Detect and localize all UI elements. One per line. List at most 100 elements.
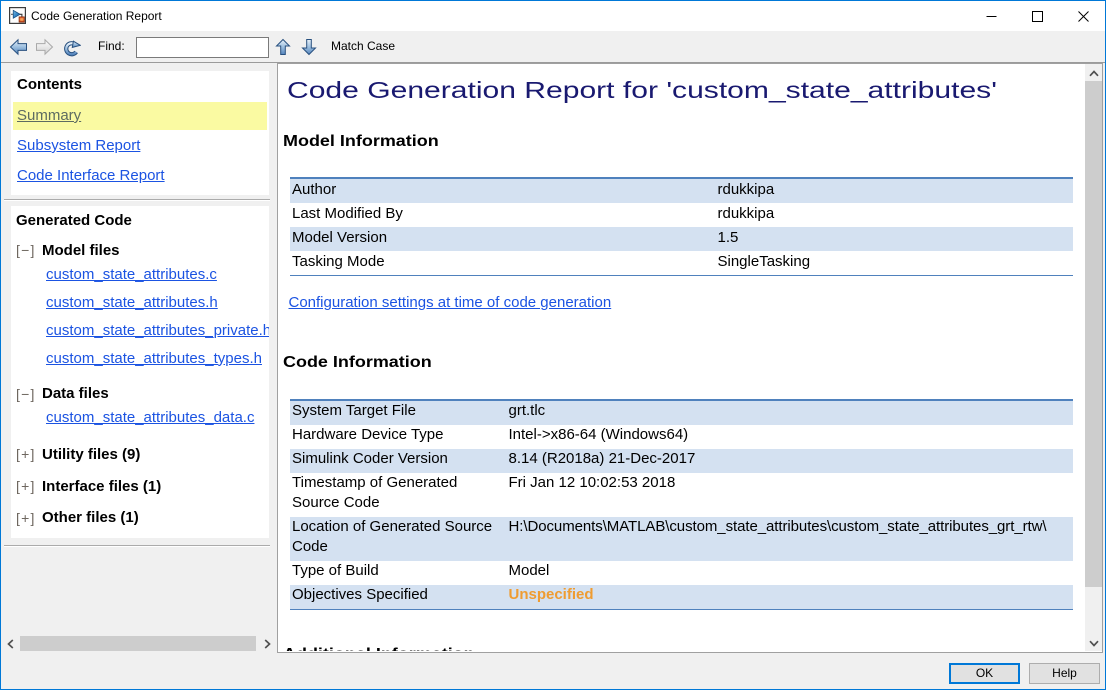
title-bar: Code Generation Report: [1, 1, 1105, 31]
tree-file-link[interactable]: custom_state_attributes.h: [11, 293, 269, 313]
tree-group-utility-files[interactable]: [+] Utility files (9): [11, 445, 269, 465]
close-icon: [1078, 11, 1089, 22]
row-value-cell: 1.5: [716, 227, 1074, 251]
table-row: Tasking ModeSingleTasking: [290, 251, 1073, 276]
scroll-down-button[interactable]: [1085, 634, 1102, 651]
row-label-cell: Model Version: [290, 227, 716, 251]
file-link[interactable]: custom_state_attributes_data.c: [46, 408, 254, 428]
generated-code-panel: Generated Code [−] Model files custom_st…: [11, 206, 269, 538]
expand-icon[interactable]: [+]: [16, 444, 42, 464]
sidebar-horizontal-scrollbar[interactable]: [2, 636, 274, 651]
find-toolbar: Find: Match Case: [1, 31, 1105, 63]
table-row: Location of Generated Source CodeH:\Docu…: [290, 517, 1073, 561]
forward-arrow-icon[interactable]: [35, 38, 54, 56]
vertical-scroll-thumb[interactable]: [1085, 81, 1102, 587]
tree-group-data-files[interactable]: [−] Data files: [11, 384, 269, 404]
code-information-heading: Code Information: [283, 352, 432, 373]
report-vertical-scrollbar[interactable]: [1085, 64, 1102, 651]
contents-header: Contents: [17, 75, 82, 95]
tree-file-link[interactable]: custom_state_attributes_types.h: [11, 349, 269, 369]
model-information-table: Authorrdukkipa Last Modified Byrdukkipa …: [290, 177, 1073, 276]
find-label: Find:: [98, 31, 125, 61]
additional-information-heading: Additional Information: [283, 644, 475, 651]
chevron-up-icon: [1089, 70, 1099, 77]
report-panel: Code Generation Report for 'custom_state…: [277, 63, 1103, 653]
find-previous-icon[interactable]: [275, 38, 291, 56]
subsystem-report-link[interactable]: Subsystem Report: [17, 137, 140, 154]
row-value-cell: H:\Documents\MATLAB\custom_state_attribu…: [507, 517, 1074, 561]
tree-group-model-files[interactable]: [−] Model files: [11, 241, 269, 261]
scroll-up-button[interactable]: [1085, 64, 1102, 81]
window-title: Code Generation Report: [31, 1, 162, 31]
tree-file-link[interactable]: custom_state_attributes_data.c: [11, 408, 269, 428]
expand-icon[interactable]: [+]: [16, 508, 42, 528]
tree-group-other-files[interactable]: [+] Other files (1): [11, 508, 269, 528]
file-link[interactable]: custom_state_attributes.c: [46, 265, 217, 285]
table-row: Type of BuildModel: [290, 561, 1073, 585]
scroll-right-button[interactable]: [259, 636, 274, 651]
row-value-cell: Model: [507, 561, 1074, 585]
table-row: Timestamp of Generated Source CodeFri Ja…: [290, 473, 1073, 517]
match-case-label: Match Case: [331, 31, 395, 61]
collapse-icon[interactable]: [−]: [16, 384, 42, 404]
table-row: System Target Filegrt.tlc: [290, 400, 1073, 425]
table-row: Authorrdukkipa: [290, 178, 1073, 203]
objectives-status-value: Unspecified: [507, 585, 1074, 610]
group-label: Utility files (9): [42, 445, 140, 465]
report-title: Code Generation Report for 'custom_state…: [287, 75, 997, 105]
configuration-settings-link-row: Configuration settings at time of code g…: [289, 293, 612, 313]
back-arrow-icon[interactable]: [9, 38, 28, 56]
file-link[interactable]: custom_state_attributes.h: [46, 293, 218, 313]
sidebar-item-subsystem-report[interactable]: Subsystem Report: [13, 132, 267, 160]
find-input[interactable]: [136, 37, 269, 58]
tree-file-link[interactable]: custom_state_attributes_private.h: [11, 321, 269, 341]
sidebar-item-summary[interactable]: Summary: [13, 102, 267, 130]
row-label-cell: Simulink Coder Version: [290, 449, 507, 473]
row-value-cell: rdukkipa: [716, 203, 1074, 227]
contents-panel: Contents Summary Subsystem Report Code I…: [11, 71, 269, 195]
file-link[interactable]: custom_state_attributes_private.h: [46, 321, 269, 341]
summary-link[interactable]: Summary: [17, 107, 81, 124]
row-value-cell: rdukkipa: [716, 178, 1074, 203]
generated-code-header: Generated Code: [16, 211, 132, 231]
row-value-cell: Fri Jan 12 10:02:53 2018: [507, 473, 1074, 517]
group-label: Other files (1): [42, 508, 139, 528]
group-label: Data files: [42, 384, 109, 404]
collapse-icon[interactable]: [−]: [16, 240, 42, 260]
row-label-cell: Hardware Device Type: [290, 425, 507, 449]
sidebar-divider-top: [4, 199, 270, 201]
chevron-down-icon: [1089, 640, 1099, 647]
refresh-icon[interactable]: [62, 40, 81, 58]
horizontal-scroll-thumb[interactable]: [20, 636, 256, 651]
close-button[interactable]: [1060, 1, 1106, 31]
window: Code Generation Report: [0, 0, 1106, 690]
help-button[interactable]: Help: [1029, 663, 1100, 684]
table-row: Model Version1.5: [290, 227, 1073, 251]
scroll-left-button[interactable]: [2, 636, 17, 651]
expand-icon[interactable]: [+]: [16, 476, 42, 496]
row-label-cell: Author: [290, 178, 716, 203]
report-content: Code Generation Report for 'custom_state…: [278, 64, 1084, 651]
table-row: Simulink Coder Version8.14 (R2018a) 21-D…: [290, 449, 1073, 473]
sidebar-item-code-interface-report[interactable]: Code Interface Report: [13, 162, 267, 190]
configuration-settings-link[interactable]: Configuration settings at time of code g…: [289, 294, 612, 311]
row-label-cell: Objectives Specified: [290, 585, 507, 610]
ok-button[interactable]: OK: [949, 663, 1020, 684]
find-next-icon[interactable]: [301, 38, 317, 56]
row-label-cell: Type of Build: [290, 561, 507, 585]
tree-file-link[interactable]: custom_state_attributes.c: [11, 265, 269, 285]
group-label: Interface files (1): [42, 477, 161, 497]
chevron-right-icon: [264, 639, 271, 649]
row-value-cell: 8.14 (R2018a) 21-Dec-2017: [507, 449, 1074, 473]
chevron-left-icon: [7, 639, 14, 649]
row-value-cell: SingleTasking: [716, 251, 1074, 276]
group-label: Model files: [42, 241, 120, 261]
maximize-button[interactable]: [1014, 1, 1060, 31]
code-interface-report-link[interactable]: Code Interface Report: [17, 167, 165, 184]
row-label-cell: Tasking Mode: [290, 251, 716, 276]
minimize-button[interactable]: [968, 1, 1014, 31]
tree-group-interface-files[interactable]: [+] Interface files (1): [11, 477, 269, 497]
sidebar-divider-bottom: [4, 545, 270, 547]
row-label-cell: System Target File: [290, 400, 507, 425]
file-link[interactable]: custom_state_attributes_types.h: [46, 349, 262, 369]
